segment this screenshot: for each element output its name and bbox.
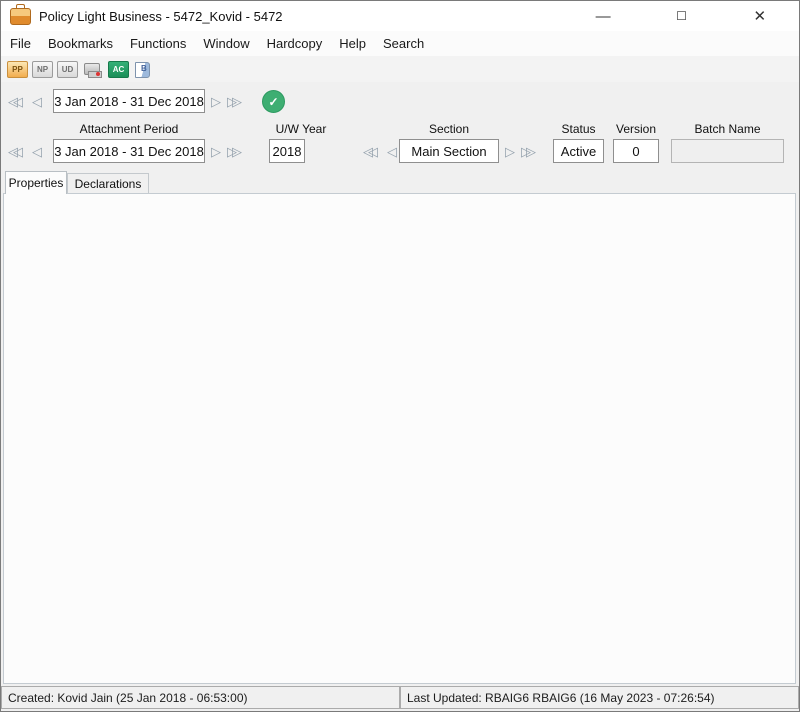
version-field: 0 bbox=[613, 139, 659, 163]
status-label: Status bbox=[553, 122, 604, 136]
close-button[interactable]: ✕ bbox=[721, 1, 799, 31]
created-status: Created: Kovid Jain (25 Jan 2018 - 06:53… bbox=[1, 686, 400, 709]
app-briefcase-icon bbox=[10, 8, 31, 25]
app-window: Policy Light Business - 5472_Kovid - 547… bbox=[0, 0, 800, 712]
attachment-prev-button[interactable]: ◁ bbox=[32, 145, 42, 158]
tab-declarations[interactable]: Declarations bbox=[67, 173, 149, 194]
record-period-field[interactable]: 3 Jan 2018 - 31 Dec 2018 bbox=[53, 89, 205, 113]
record-last-button[interactable]: ▷▷ bbox=[227, 95, 242, 108]
version-label: Version bbox=[603, 122, 669, 136]
batch-name-field bbox=[671, 139, 784, 163]
status-field: Active bbox=[553, 139, 604, 163]
maximize-button[interactable]: ☐ bbox=[642, 1, 720, 31]
toolbar-pp-button[interactable]: PP bbox=[7, 61, 28, 78]
batch-name-label: Batch Name bbox=[671, 122, 784, 136]
printer-red-dot bbox=[96, 72, 100, 76]
menu-item-window[interactable]: Window bbox=[203, 36, 249, 51]
menu-item-help[interactable]: Help bbox=[339, 36, 366, 51]
properties-panel bbox=[3, 193, 796, 684]
record-first-button[interactable]: ◁◁ bbox=[8, 95, 23, 108]
toolbar: PP NP UD AC B bbox=[1, 56, 799, 82]
status-bar: Created: Kovid Jain (25 Jan 2018 - 06:53… bbox=[1, 686, 799, 711]
last-updated-status: Last Updated: RBAIG6 RBAIG6 (16 May 2023… bbox=[400, 686, 799, 709]
toolbar-np-button[interactable]: NP bbox=[32, 61, 53, 78]
tab-properties[interactable]: Properties bbox=[5, 171, 67, 194]
menu-item-functions[interactable]: Functions bbox=[130, 36, 186, 51]
uw-year-label: U/W Year bbox=[241, 122, 361, 136]
section-last-button[interactable]: ▷▷ bbox=[521, 145, 536, 158]
window-title: Policy Light Business - 5472_Kovid - 547… bbox=[39, 9, 283, 24]
toolbar-printer-icon[interactable] bbox=[82, 61, 104, 78]
toolbar-book-icon[interactable]: B bbox=[133, 61, 155, 78]
minimize-button[interactable]: — bbox=[564, 1, 642, 31]
attachment-period-label: Attachment Period bbox=[53, 122, 205, 136]
section-next-button[interactable]: ▷ bbox=[505, 145, 515, 158]
section-prev-button[interactable]: ◁ bbox=[387, 145, 397, 158]
uw-year-field[interactable]: 2018 bbox=[269, 139, 305, 163]
record-next-button[interactable]: ▷ bbox=[211, 95, 221, 108]
book-letter: B bbox=[141, 64, 147, 73]
attachment-last-button[interactable]: ▷▷ bbox=[227, 145, 242, 158]
toolbar-ud-button[interactable]: UD bbox=[57, 61, 78, 78]
status-ok-icon: ✓ bbox=[262, 90, 285, 113]
title-bar: Policy Light Business - 5472_Kovid - 547… bbox=[1, 1, 799, 31]
menu-bar: File Bookmarks Functions Window Hardcopy… bbox=[1, 31, 799, 56]
attachment-period-field[interactable]: 3 Jan 2018 - 31 Dec 2018 bbox=[53, 139, 205, 163]
menu-item-search[interactable]: Search bbox=[383, 36, 424, 51]
menu-item-hardcopy[interactable]: Hardcopy bbox=[267, 36, 323, 51]
toolbar-ac-button[interactable]: AC bbox=[108, 61, 129, 78]
section-first-button[interactable]: ◁◁ bbox=[363, 145, 378, 158]
section-label: Section bbox=[399, 122, 499, 136]
attachment-first-button[interactable]: ◁◁ bbox=[8, 145, 23, 158]
record-prev-button[interactable]: ◁ bbox=[32, 95, 42, 108]
section-field[interactable]: Main Section bbox=[399, 139, 499, 163]
attachment-next-button[interactable]: ▷ bbox=[211, 145, 221, 158]
menu-item-file[interactable]: File bbox=[10, 36, 31, 51]
menu-item-bookmarks[interactable]: Bookmarks bbox=[48, 36, 113, 51]
